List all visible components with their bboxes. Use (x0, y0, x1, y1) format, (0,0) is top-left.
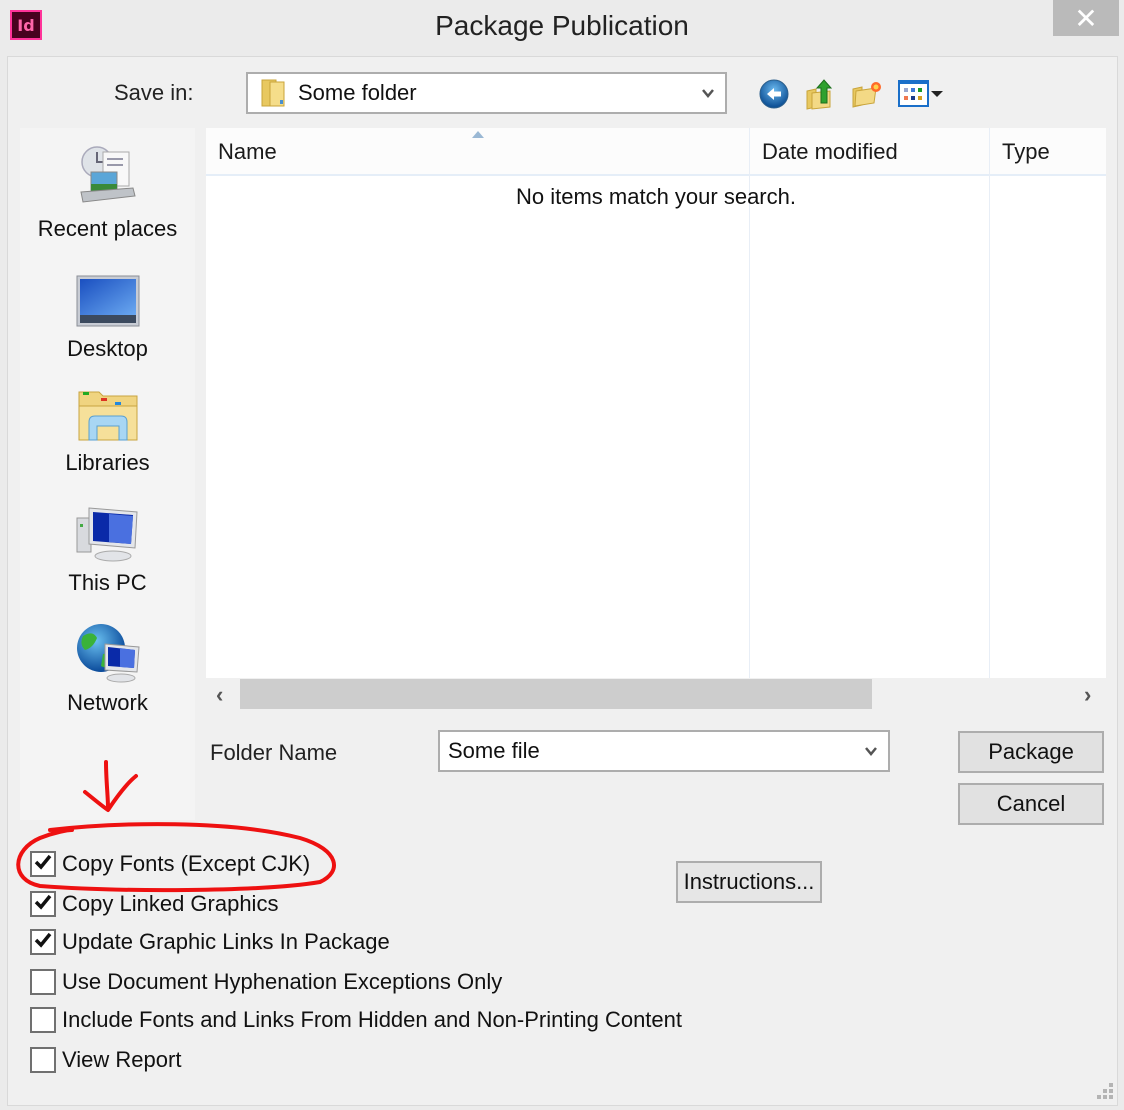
folder-name-value: Some file (448, 738, 540, 763)
option-label: Include Fonts and Links From Hidden and … (62, 1007, 683, 1032)
checkmark-icon (33, 930, 53, 955)
places-bar: Recent places Desktop Libraries This PC … (20, 128, 195, 820)
chevron-down-icon (702, 89, 714, 98)
up-folder-icon (806, 79, 833, 110)
chevron-down-icon[interactable] (864, 744, 878, 758)
checkbox[interactable] (30, 969, 56, 995)
checkmark-icon (33, 852, 53, 877)
scrollbar-thumb[interactable] (240, 679, 872, 709)
option-label: View Report (62, 1047, 182, 1072)
checkbox[interactable] (30, 929, 56, 955)
place-label: Libraries (65, 450, 150, 475)
scroll-right-icon[interactable]: › (1084, 682, 1091, 708)
this-pc-icon (75, 504, 141, 564)
checkbox[interactable] (30, 891, 56, 917)
option-view-report[interactable]: View Report (30, 1047, 181, 1073)
back-icon (759, 79, 789, 109)
place-label: Recent places (37, 216, 178, 241)
recent-places-icon (75, 144, 141, 210)
column-divider[interactable] (749, 128, 750, 678)
network-icon (75, 622, 141, 684)
desktop-icon (75, 274, 141, 330)
close-icon: ✕ (1074, 2, 1098, 34)
back-button[interactable] (757, 77, 791, 111)
checkmark-icon (33, 892, 53, 917)
option-copy-fonts[interactable]: Copy Fonts (Except CJK) (30, 851, 310, 877)
scroll-left-icon[interactable]: ‹ (216, 682, 223, 708)
close-button[interactable]: ✕ (1053, 0, 1119, 36)
folder-name-label: Folder Name (210, 740, 338, 765)
option-hyphenation-exceptions[interactable]: Use Document Hyphenation Exceptions Only (30, 969, 502, 995)
libraries-icon (75, 384, 141, 444)
resize-grip-icon[interactable] (1096, 1082, 1114, 1100)
place-recent-places[interactable]: Recent places (20, 144, 195, 242)
place-network[interactable]: Network (20, 622, 195, 716)
window-title: Package Publication (435, 10, 689, 41)
up-one-level-button[interactable] (804, 77, 838, 111)
option-label: Update Graphic Links In Package (62, 929, 390, 954)
place-label: This PC (68, 570, 147, 595)
place-libraries[interactable]: Libraries (20, 384, 195, 476)
cancel-button[interactable]: Cancel (958, 783, 1104, 825)
checkbox[interactable] (30, 1007, 56, 1033)
folder-icon (260, 78, 286, 108)
checkbox[interactable] (30, 851, 56, 877)
new-folder-icon (852, 82, 881, 108)
column-header-type[interactable]: Type (990, 128, 1106, 176)
empty-message: No items match your search. (516, 184, 796, 209)
column-divider[interactable] (989, 128, 990, 678)
column-header-name[interactable]: Name (206, 128, 749, 176)
column-header-date-modified[interactable]: Date modified (750, 128, 988, 176)
place-label: Network (67, 690, 148, 715)
new-folder-button[interactable] (850, 77, 884, 111)
option-include-hidden-content[interactable]: Include Fonts and Links From Hidden and … (30, 1007, 682, 1033)
option-label: Use Document Hyphenation Exceptions Only (62, 969, 503, 994)
save-in-label: Save in: (114, 80, 194, 105)
option-update-graphic-links[interactable]: Update Graphic Links In Package (30, 929, 390, 955)
file-list[interactable]: Name Date modified Type No items match y… (206, 128, 1106, 678)
package-button[interactable]: Package (958, 731, 1104, 773)
save-in-value: Some folder (298, 80, 417, 105)
view-menu-icon (898, 80, 943, 107)
view-menu-button[interactable] (897, 77, 949, 111)
checkbox[interactable] (30, 1047, 56, 1073)
option-label: Copy Fonts (Except CJK) (62, 851, 311, 876)
option-copy-linked-graphics[interactable]: Copy Linked Graphics (30, 891, 278, 917)
folder-name-input[interactable]: Some file (438, 730, 890, 772)
instructions-button[interactable]: Instructions... (676, 861, 822, 903)
save-in-dropdown[interactable]: Some folder (246, 72, 727, 114)
horizontal-scrollbar[interactable]: ‹ › (206, 678, 1106, 710)
place-desktop[interactable]: Desktop (20, 274, 195, 362)
place-this-pc[interactable]: This PC (20, 504, 195, 596)
place-label: Desktop (67, 336, 148, 361)
option-label: Copy Linked Graphics (62, 891, 279, 916)
